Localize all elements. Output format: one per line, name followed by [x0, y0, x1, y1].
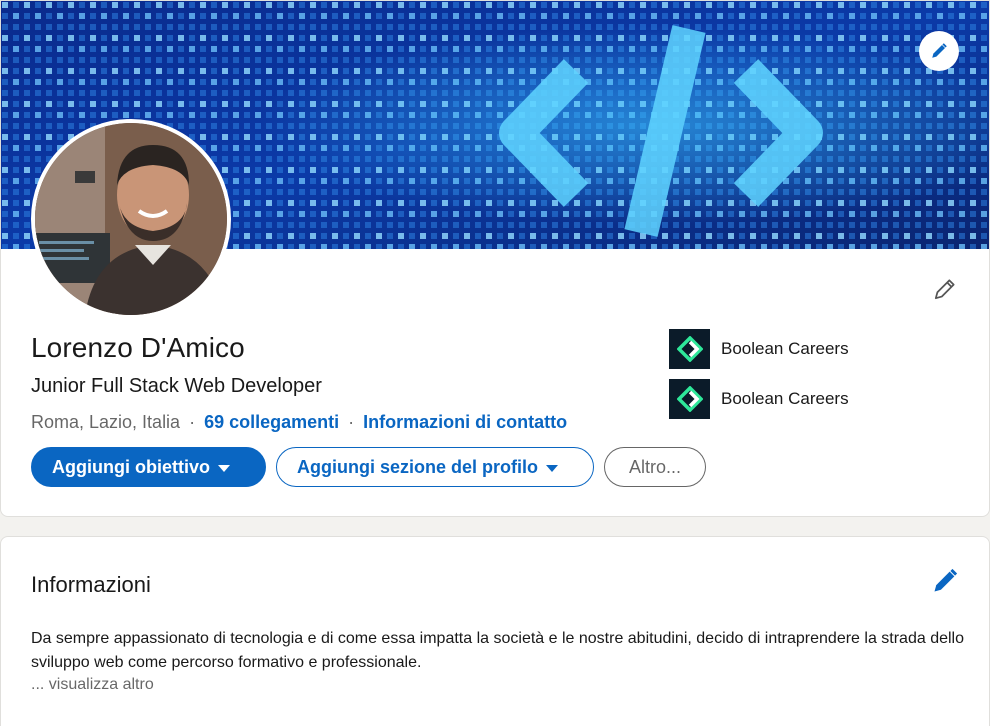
caret-down-icon: [546, 464, 558, 472]
profile-photo[interactable]: [31, 119, 231, 319]
pencil-icon: [932, 43, 947, 58]
avatar: [35, 123, 227, 315]
separator: ·: [348, 412, 355, 432]
company-name: Boolean Careers: [721, 389, 849, 408]
profile-meta: Roma, Lazio, Italia · 69 collegamenti · …: [31, 412, 567, 433]
add-profile-section-button[interactable]: Aggiungi sezione del profilo: [276, 447, 594, 487]
profile-actions: Aggiungi obiettivo Aggiungi sezione del …: [31, 447, 706, 487]
add-goal-button[interactable]: Aggiungi obiettivo: [31, 447, 266, 487]
company-entry[interactable]: Boolean Careers: [669, 329, 849, 369]
boolean-logo-icon: [669, 329, 710, 369]
add-goal-label: Aggiungi obiettivo: [52, 456, 210, 477]
ellipsis: ...: [31, 676, 45, 693]
add-profile-section-label: Aggiungi sezione del profilo: [297, 456, 538, 477]
see-more-link[interactable]: visualizza altro: [49, 676, 154, 693]
caret-down-icon: [217, 464, 230, 472]
boolean-logo-icon: [669, 379, 710, 419]
connections-link[interactable]: 69 collegamenti: [204, 412, 339, 433]
more-button[interactable]: Altro...: [604, 447, 706, 487]
profile-headline: Junior Full Stack Web Developer: [31, 375, 322, 397]
profile-card: Lorenzo D'Amico Junior Full Stack Web De…: [0, 0, 990, 517]
pencil-icon: [934, 279, 955, 300]
edit-about-button[interactable]: [929, 565, 961, 597]
contact-info-link[interactable]: Informazioni di contatto: [363, 412, 567, 433]
see-more[interactable]: ... visualizza altro: [31, 676, 154, 694]
edit-banner-button[interactable]: [919, 31, 959, 71]
about-card: Informazioni Da sempre appassionato di t…: [0, 536, 990, 726]
about-title: Informazioni: [31, 572, 151, 597]
profile-location: Roma, Lazio, Italia: [31, 412, 181, 432]
about-text: Da sempre appassionato di tecnologia e d…: [31, 630, 964, 671]
company-name: Boolean Careers: [721, 339, 849, 358]
company-entry[interactable]: Boolean Careers: [669, 379, 849, 419]
separator: ·: [189, 412, 196, 432]
pencil-icon: [934, 568, 958, 592]
edit-intro-button[interactable]: [929, 273, 961, 305]
profile-name: Lorenzo D'Amico: [31, 332, 245, 363]
